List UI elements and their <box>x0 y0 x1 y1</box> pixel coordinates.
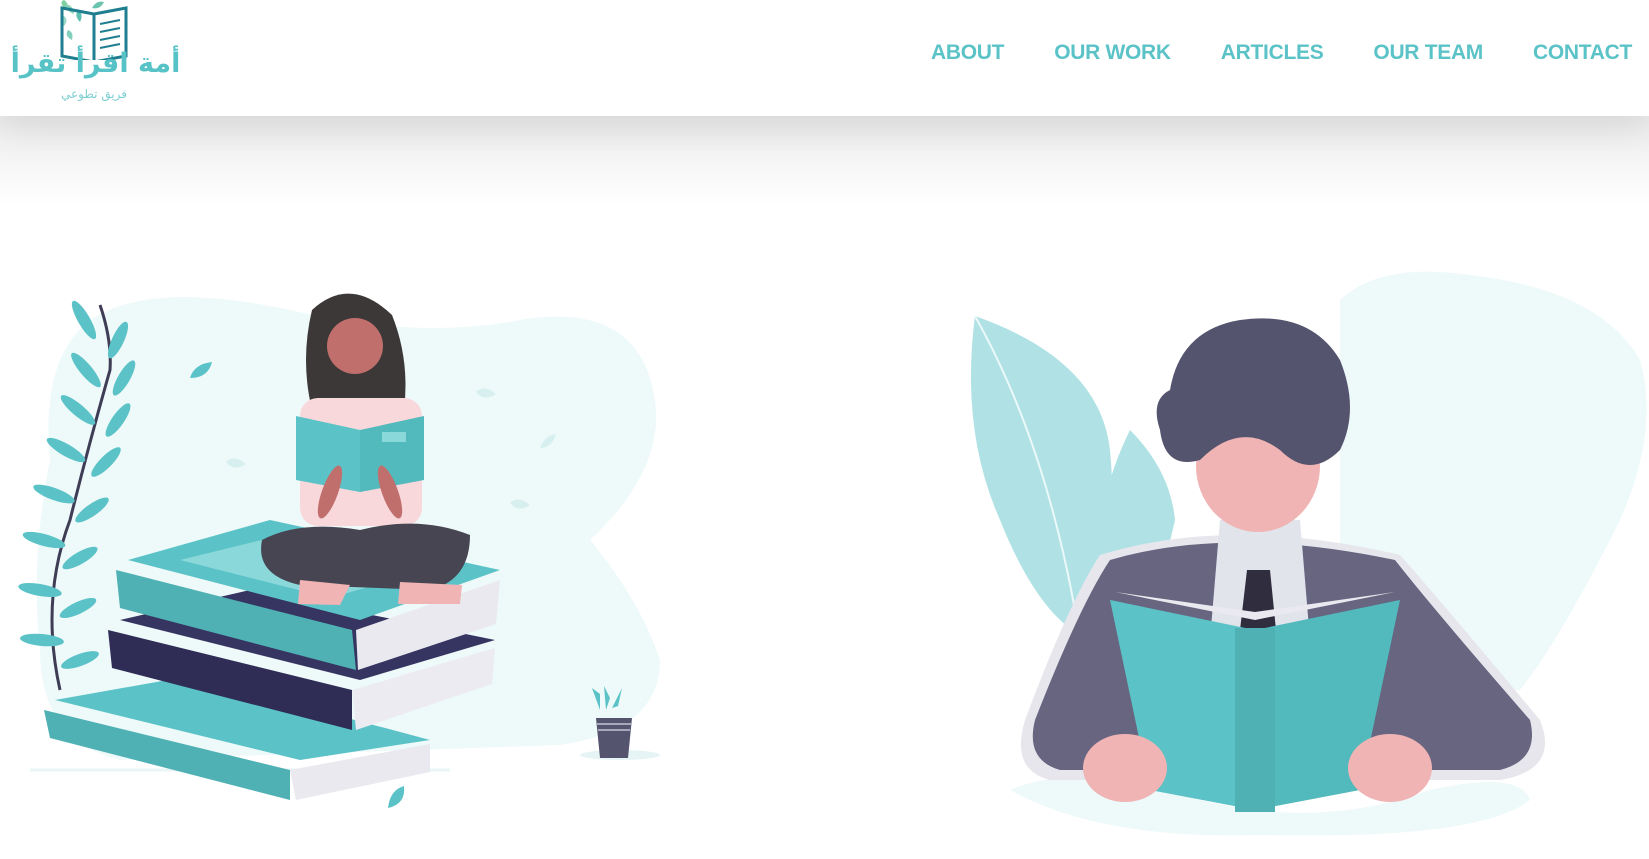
nav-about[interactable]: ABOUT <box>931 41 1004 65</box>
logo-subtitle: فريق تطوعي <box>60 87 128 101</box>
man-reading-book-illustration <box>970 271 1647 836</box>
logo-title: أمة اقرأ تقرأ <box>10 48 181 79</box>
nav-our-team[interactable]: OUR TEAM <box>1373 41 1483 65</box>
nav-contact[interactable]: CONTACT <box>1533 41 1632 65</box>
nav-articles[interactable]: ARTICLES <box>1221 41 1324 65</box>
site-logo[interactable]: أمة اقرأ تقرأ فريق تطوعي <box>4 0 184 108</box>
leaf-icon <box>388 786 405 808</box>
nav-our-work[interactable]: OUR WORK <box>1054 41 1171 65</box>
site-header: أمة اقرأ تقرأ فريق تطوعي ABOUT OUR WORK … <box>0 0 1649 116</box>
header-shadow <box>0 116 1649 206</box>
main-nav: ABOUT OUR WORK ARTICLES OUR TEAM CONTACT <box>931 41 1632 65</box>
woman-reading-on-books-illustration <box>18 293 660 808</box>
